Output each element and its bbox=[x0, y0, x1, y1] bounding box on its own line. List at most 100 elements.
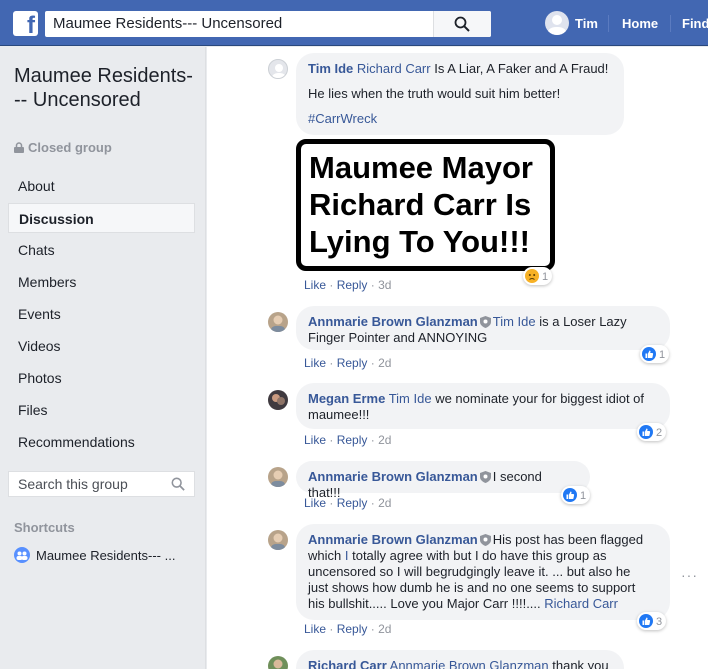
facebook-logo-icon[interactable]: f bbox=[13, 11, 38, 38]
comment-timestamp[interactable]: 2d bbox=[378, 433, 391, 447]
commenter-avatar[interactable] bbox=[268, 656, 288, 669]
comment-author[interactable]: Annmarie Brown Glanzman bbox=[308, 469, 478, 484]
like-reaction-icon bbox=[639, 614, 653, 628]
sidebar-item-chats[interactable]: Chats bbox=[8, 235, 195, 265]
global-search-input[interactable]: Maumee Residents--- Uncensored bbox=[45, 11, 491, 37]
like-link[interactable]: Like bbox=[304, 433, 326, 447]
comment-text: is a Loser Lazy bbox=[539, 314, 627, 329]
comment-timestamp[interactable]: 2d bbox=[378, 496, 391, 510]
sidebar-item-events[interactable]: Events bbox=[8, 299, 195, 329]
profile-avatar[interactable] bbox=[545, 11, 569, 35]
comment-mention[interactable]: Tim Ide bbox=[389, 391, 432, 406]
comment-bubble: Megan Erme Tim Ide we nominate your for … bbox=[296, 383, 670, 429]
admin-badge-icon bbox=[479, 316, 491, 328]
comment-bubble: Richard Carr Annmarie Brown Glanzman tha… bbox=[296, 650, 624, 669]
reaction-count[interactable]: 1 bbox=[561, 486, 591, 504]
comment-text: which bbox=[308, 548, 345, 563]
comment-text: Is A Liar, A Faker and A Fraud! bbox=[434, 61, 609, 76]
comment-image[interactable]: Maumee Mayor Richard Carr Is Lying To Yo… bbox=[296, 139, 555, 271]
group-icon bbox=[14, 547, 30, 563]
sidebar-item-recommendations[interactable]: Recommendations bbox=[8, 427, 195, 457]
reaction-count[interactable]: 2 bbox=[637, 423, 667, 441]
comment-options-button[interactable]: ··· bbox=[681, 567, 698, 583]
group-search-box bbox=[8, 471, 195, 497]
comment-author[interactable]: Megan Erme bbox=[308, 391, 385, 406]
global-search-value: Maumee Residents--- Uncensored bbox=[53, 15, 283, 32]
commenter-avatar[interactable] bbox=[268, 312, 288, 332]
group-name[interactable]: Maumee Residents--- Uncensored bbox=[14, 64, 194, 112]
comment-actions: Like · Reply · 2d bbox=[304, 622, 392, 636]
meme-text-line: Lying To You!!! bbox=[309, 224, 530, 259]
comment-bubble: Annmarie Brown Glanzman I second that!!! bbox=[296, 461, 590, 500]
comment-actions: Like · Reply · 3d bbox=[304, 278, 392, 292]
group-sidebar: Maumee Residents--- Uncensored Closed gr… bbox=[0, 47, 206, 669]
reaction-count[interactable]: 3 bbox=[637, 612, 667, 630]
like-reaction-icon bbox=[639, 425, 653, 439]
nav-divider bbox=[608, 15, 609, 32]
comment-timestamp[interactable]: 2d bbox=[378, 356, 391, 370]
like-reaction-icon bbox=[642, 347, 656, 361]
comment-mention[interactable]: Tim Ide bbox=[493, 314, 536, 329]
reply-link[interactable]: Reply bbox=[337, 433, 368, 447]
like-link[interactable]: Like bbox=[304, 356, 326, 370]
reply-link[interactable]: Reply bbox=[337, 356, 368, 370]
comment-timestamp[interactable]: 2d bbox=[378, 622, 391, 636]
comment-text: totally agree with but I do have this gr… bbox=[348, 548, 607, 563]
sad-reaction-icon bbox=[525, 269, 539, 283]
reply-link[interactable]: Reply bbox=[337, 496, 368, 510]
comment-mention[interactable]: Annmarie Brown Glanzman bbox=[390, 658, 549, 669]
commenter-avatar[interactable] bbox=[268, 390, 288, 410]
sidebar-item-members[interactable]: Members bbox=[8, 267, 195, 297]
admin-badge-icon bbox=[479, 534, 491, 546]
comment-text: He lies when the truth would suit him be… bbox=[308, 86, 561, 101]
reaction-count[interactable]: 1 bbox=[523, 267, 553, 285]
comment-timestamp[interactable]: 3d bbox=[378, 278, 391, 292]
comment-author[interactable]: Annmarie Brown Glanzman bbox=[308, 314, 478, 329]
like-link[interactable]: Like bbox=[304, 278, 326, 292]
home-link[interactable]: Home bbox=[622, 16, 658, 31]
reply-link[interactable]: Reply bbox=[337, 278, 368, 292]
reaction-count[interactable]: 1 bbox=[640, 345, 670, 363]
comment-actions: Like · Reply · 2d bbox=[304, 433, 392, 447]
comment-bubble: Tim Ide Richard Carr Is A Liar, A Faker … bbox=[296, 53, 624, 135]
comment-author[interactable]: Tim Ide bbox=[308, 61, 353, 76]
search-button[interactable] bbox=[433, 11, 491, 37]
comment-text: we nominate your for biggest idiot of bbox=[435, 391, 645, 406]
meme-text-line: Richard Carr Is bbox=[309, 187, 532, 222]
admin-badge-icon bbox=[479, 471, 491, 483]
like-link[interactable]: Like bbox=[304, 622, 326, 636]
commenter-avatar[interactable] bbox=[268, 467, 288, 487]
search-icon bbox=[454, 16, 470, 32]
commenter-avatar[interactable] bbox=[268, 59, 288, 79]
comment-text: his bullshit..... Love you Major Carr !!… bbox=[308, 596, 541, 611]
comment-text: Finger Pointer and ANNOYING bbox=[308, 330, 488, 345]
comment-author[interactable]: Richard Carr bbox=[308, 658, 387, 669]
group-search-input[interactable] bbox=[9, 472, 159, 496]
comment-text: uncensored so I will begrudgingly leave … bbox=[308, 564, 631, 579]
sidebar-item-about[interactable]: About bbox=[8, 171, 195, 201]
sidebar-item-videos[interactable]: Videos bbox=[8, 331, 195, 361]
search-icon[interactable] bbox=[171, 477, 185, 491]
sidebar-item-files[interactable]: Files bbox=[8, 395, 195, 425]
person-icon bbox=[548, 15, 566, 35]
comment-text: maumee!!! bbox=[308, 407, 370, 422]
top-navigation-bar: f Maumee Residents--- Uncensored Tim Hom… bbox=[0, 0, 708, 46]
comment-actions: Like · Reply · 2d bbox=[304, 496, 392, 510]
comment-mention[interactable]: Richard Carr bbox=[357, 61, 431, 76]
comment-author[interactable]: Annmarie Brown Glanzman bbox=[308, 532, 478, 547]
shortcut-item[interactable]: Maumee Residents--- ... bbox=[14, 547, 175, 563]
discussion-feed: Tim Ide Richard Carr Is A Liar, A Faker … bbox=[207, 47, 708, 669]
sidebar-item-photos[interactable]: Photos bbox=[8, 363, 195, 393]
nav-divider bbox=[670, 15, 671, 32]
profile-link[interactable]: Tim bbox=[575, 16, 598, 31]
meme-text-line: Maumee Mayor bbox=[309, 150, 533, 185]
reply-link[interactable]: Reply bbox=[337, 622, 368, 636]
find-friends-link[interactable]: Find bbox=[682, 16, 708, 31]
lock-icon bbox=[14, 142, 24, 153]
comment-mention[interactable]: Richard Carr bbox=[544, 596, 618, 611]
commenter-avatar[interactable] bbox=[268, 530, 288, 550]
comment-actions: Like · Reply · 2d bbox=[304, 356, 392, 370]
hashtag-link[interactable]: #CarrWreck bbox=[308, 111, 612, 127]
like-link[interactable]: Like bbox=[304, 496, 326, 510]
sidebar-item-discussion[interactable]: Discussion bbox=[8, 203, 195, 233]
